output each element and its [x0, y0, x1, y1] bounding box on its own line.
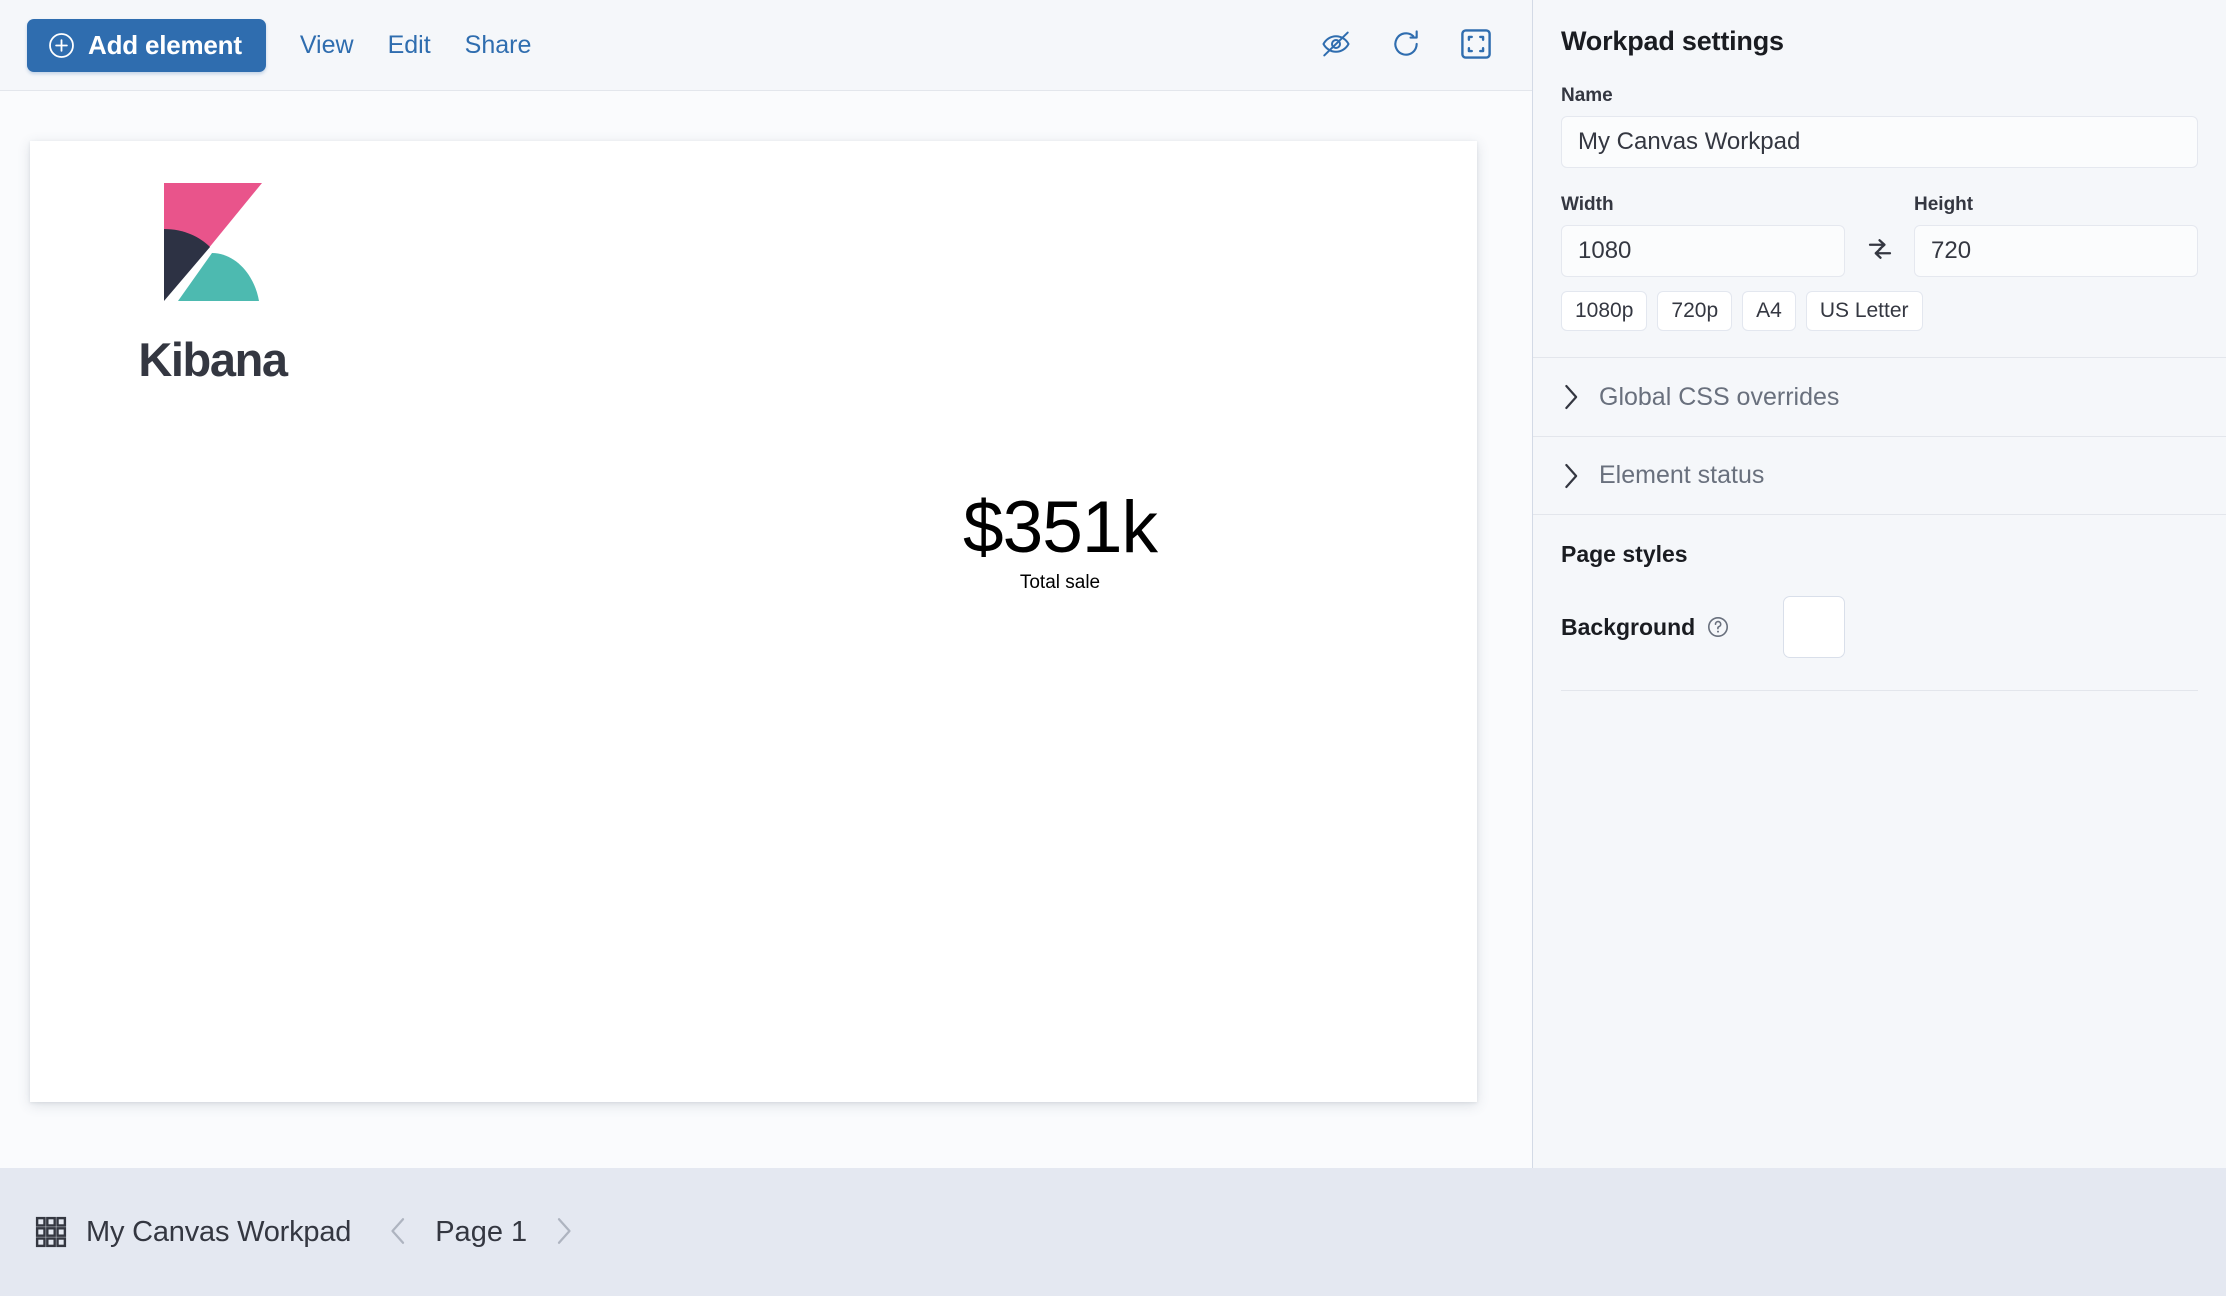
bottom-status-bar: My Canvas Workpad Page 1	[0, 1168, 2226, 1296]
size-preset-us-letter[interactable]: US Letter	[1806, 291, 1923, 331]
canvas-element-kibana-logo[interactable]: Kibana	[95, 181, 330, 387]
dimensions-row: Width Height	[1561, 194, 2198, 277]
eye-slash-icon-button[interactable]	[1318, 27, 1354, 63]
add-element-button-label: Add element	[88, 30, 242, 61]
app-body: Add element View Edit Share	[0, 0, 2226, 1168]
workpad-name-input[interactable]	[1561, 116, 2198, 168]
swap-dimensions-icon	[1865, 234, 1895, 269]
page-navigation: Page 1	[375, 1209, 587, 1255]
nav-link-share[interactable]: Share	[465, 31, 532, 60]
swap-dimensions-button[interactable]	[1845, 225, 1914, 277]
workpad-settings-panel: Workpad settings Name Width	[1532, 0, 2226, 1168]
panel-divider	[1561, 690, 2198, 691]
grid-icon[interactable]	[34, 1215, 68, 1249]
workpad-workspace[interactable]: Kibana $351k Total sale	[0, 91, 1532, 1168]
canvas-element-metric[interactable]: $351k Total sale	[930, 491, 1190, 594]
chevron-right-icon	[552, 1216, 576, 1249]
background-label-group: Background	[1561, 614, 1783, 641]
workpad-settings-form: Name Width	[1533, 85, 2226, 331]
height-field-group: Height	[1914, 194, 2198, 277]
statusbar-workpad-name[interactable]: My Canvas Workpad	[86, 1216, 351, 1249]
refresh-icon	[1390, 28, 1422, 63]
add-element-button[interactable]: Add element	[27, 19, 266, 72]
toolbar-icon-group	[1318, 27, 1494, 63]
previous-page-button[interactable]	[375, 1209, 421, 1255]
page-styles-section: Page styles Background	[1533, 515, 2226, 691]
size-preset-720p[interactable]: 720p	[1657, 291, 1732, 331]
nav-link-view[interactable]: View	[300, 31, 354, 60]
help-circle-icon[interactable]	[1706, 615, 1730, 639]
current-page-label[interactable]: Page 1	[421, 1216, 541, 1249]
fullscreen-icon	[1459, 27, 1493, 64]
accordion-global-css-overrides[interactable]: Global CSS overrides	[1533, 358, 2226, 436]
refresh-icon-button[interactable]	[1388, 27, 1424, 63]
page-styles-title: Page styles	[1561, 541, 2198, 568]
size-preset-a4[interactable]: A4	[1742, 291, 1796, 331]
size-preset-row: 1080p 720p A4 US Letter	[1561, 291, 2198, 331]
size-preset-1080p[interactable]: 1080p	[1561, 291, 1647, 331]
height-label: Height	[1914, 194, 2198, 216]
nav-link-edit[interactable]: Edit	[388, 31, 431, 60]
background-color-swatch[interactable]	[1783, 596, 1845, 658]
plus-circle-icon	[48, 32, 75, 59]
chevron-right-icon	[1561, 462, 1581, 490]
chevron-right-icon	[1561, 383, 1581, 411]
kibana-wordmark: Kibana	[95, 332, 330, 387]
top-toolbar: Add element View Edit Share	[0, 0, 1532, 91]
kibana-logo-icon	[95, 181, 330, 316]
panel-title: Workpad settings	[1533, 0, 2226, 57]
name-field-group: Name	[1561, 85, 2198, 168]
accordion-global-css-overrides-label: Global CSS overrides	[1599, 383, 1839, 412]
metric-label: Total sale	[930, 572, 1190, 594]
chevron-left-icon	[386, 1216, 410, 1249]
workpad-width-input[interactable]	[1561, 225, 1845, 277]
background-row: Background	[1561, 596, 2198, 658]
toolbar-nav: View Edit Share	[300, 31, 532, 60]
next-page-button[interactable]	[541, 1209, 587, 1255]
workpad-page[interactable]: Kibana $351k Total sale	[30, 141, 1477, 1102]
width-field-group: Width	[1561, 194, 1845, 277]
accordion-element-status[interactable]: Element status	[1533, 436, 2226, 514]
settings-accordion-group: Global CSS overrides Element status	[1533, 357, 2226, 515]
canvas-app-root: Add element View Edit Share	[0, 0, 2226, 1296]
accordion-element-status-label: Element status	[1599, 461, 1764, 490]
fullscreen-icon-button[interactable]	[1458, 27, 1494, 63]
name-label: Name	[1561, 85, 2198, 107]
metric-value: $351k	[930, 491, 1190, 564]
eye-slash-icon	[1320, 28, 1352, 63]
workpad-height-input[interactable]	[1914, 225, 2198, 277]
workpad-region: Add element View Edit Share	[0, 0, 1532, 1168]
background-label: Background	[1561, 614, 1695, 641]
width-label: Width	[1561, 194, 1845, 216]
